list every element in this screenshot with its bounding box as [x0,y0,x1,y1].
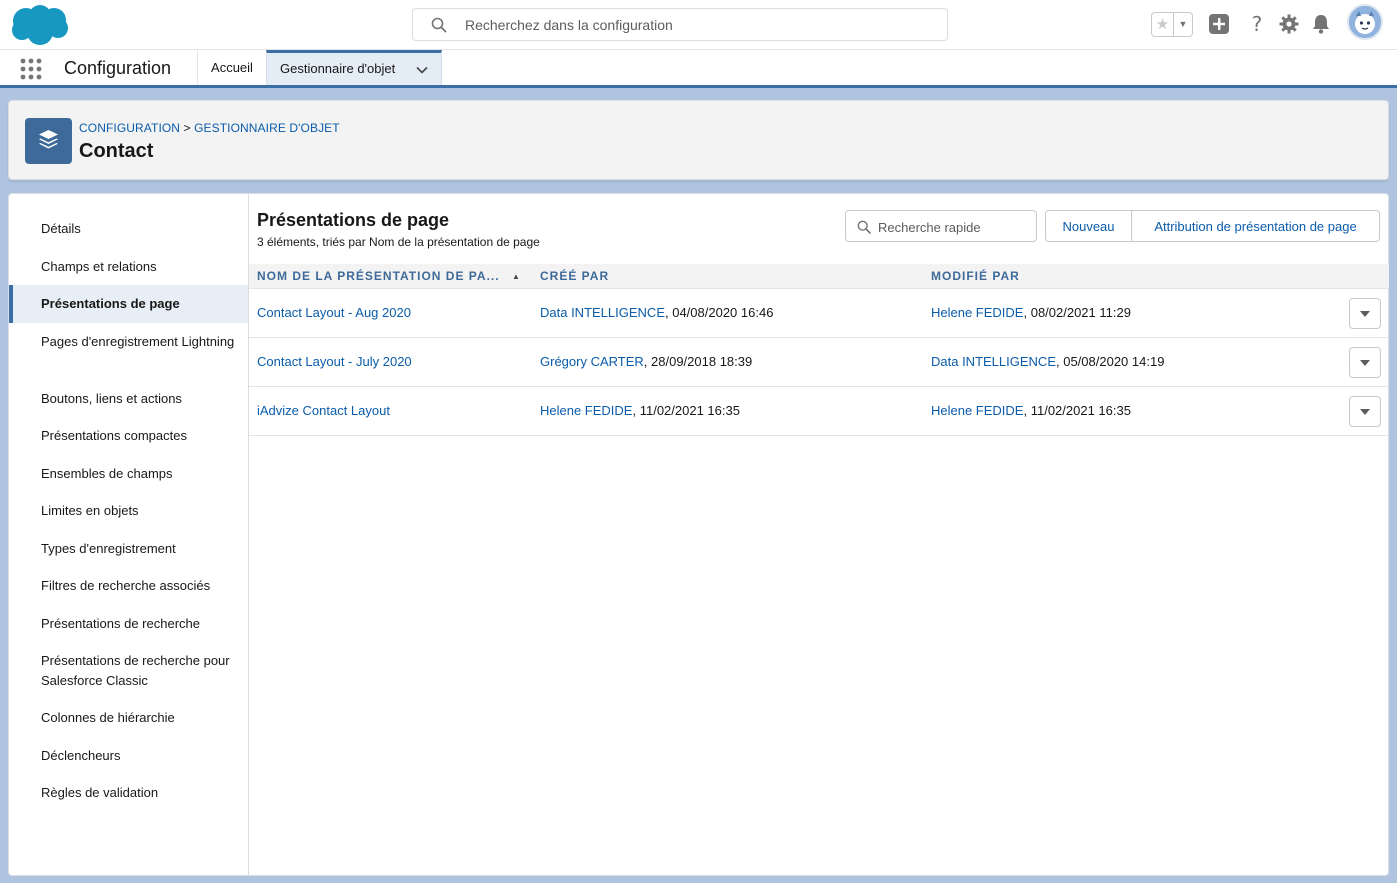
sidebar-item-compact-layouts[interactable]: Présentations compactes [9,426,248,446]
table-row: iAdvize Contact Layout Helene FEDIDE, 11… [249,387,1389,436]
bell-icon[interactable] [1310,13,1332,35]
page-title: Contact [79,140,154,162]
sidebar-item-validation-rules[interactable]: Règles de validation [9,783,248,803]
sort-ascending-icon[interactable]: ▲ [512,264,520,289]
chevron-down-icon[interactable] [415,63,429,77]
modified-by-link[interactable]: Helene FEDIDE [931,403,1023,418]
add-icon[interactable] [1208,13,1230,35]
modified-date: , 11/02/2021 16:35 [1023,403,1131,418]
sidebar-item-lightning-record-pages[interactable]: Pages d'enregistrement Lightning [9,332,239,352]
row-actions-button[interactable] [1349,347,1381,378]
breadcrumb-separator: > [183,121,191,135]
layout-name-link[interactable]: Contact Layout - Aug 2020 [257,305,411,320]
sidebar-item-search-layouts-classic[interactable]: Présentations de recherche pour Salesfor… [9,651,234,691]
layout-name-link[interactable]: Contact Layout - July 2020 [257,354,412,369]
modified-by-link[interactable]: Helene FEDIDE [931,305,1023,320]
row-actions-button[interactable] [1349,298,1381,329]
global-search-input[interactable] [465,15,935,35]
star-icon[interactable]: ★ [1152,13,1174,36]
salesforce-logo[interactable] [10,4,70,46]
astro-avatar-icon [1349,6,1381,38]
object-icon [25,118,72,164]
tab-accueil[interactable]: Accueil [198,50,266,85]
layout-name-link[interactable]: iAdvize Contact Layout [257,403,390,418]
column-header-modified-by[interactable]: MODIFIÉ PAR [931,264,1020,289]
sidebar-item-page-layouts[interactable]: Présentations de page [9,285,248,323]
tab-object-manager[interactable]: Gestionnaire d'objet [266,50,442,85]
page-layouts-panel: Présentations de page 3 éléments, triés … [249,194,1389,875]
page-layout-assignment-button[interactable]: Attribution de présentation de page [1132,210,1380,242]
chevron-down-icon[interactable]: ▼ [1174,13,1192,36]
created-by-link[interactable]: Helene FEDIDE [540,403,632,418]
gear-icon[interactable] [1278,13,1300,35]
user-avatar[interactable] [1347,4,1383,40]
tab-object-manager-label: Gestionnaire d'objet [280,61,396,76]
sidebar: Détails Champs et relations Présentation… [9,194,249,875]
breadcrumb: CONFIGURATION > GESTIONNAIRE D'OBJET [79,121,340,135]
app-name: Configuration [64,58,172,78]
quick-search[interactable] [845,210,1037,242]
sidebar-item-search-layouts[interactable]: Présentations de recherche [9,614,248,634]
sidebar-item-triggers[interactable]: Déclencheurs [9,746,248,766]
main-card: Détails Champs et relations Présentation… [8,193,1389,876]
help-icon[interactable]: ? [1246,13,1268,35]
search-icon [431,17,447,33]
quick-search-input[interactable] [878,217,1028,237]
chevron-down-icon [1360,311,1370,317]
global-header: ★ ▼ ? [0,0,1397,50]
chevron-down-icon [1360,360,1370,366]
section-title: Présentations de page [257,210,450,230]
table-row: Contact Layout - July 2020 Grégory CARTE… [249,338,1389,387]
sidebar-item-related-lookup-filters[interactable]: Filtres de recherche associés [9,576,248,596]
breadcrumb-object-manager[interactable]: GESTIONNAIRE D'OBJET [194,121,340,135]
section-subtitle: 3 éléments, triés par Nom de la présenta… [257,235,540,249]
modified-date: , 05/08/2020 14:19 [1056,354,1165,369]
column-header-created-by[interactable]: CRÉÉ PAR [540,264,609,289]
breadcrumb-configuration[interactable]: CONFIGURATION [79,121,180,135]
modified-date: , 08/02/2021 11:29 [1023,305,1131,320]
sidebar-item-buttons-links-actions[interactable]: Boutons, liens et actions [9,389,248,409]
context-bar: Configuration Accueil Gestionnaire d'obj… [0,50,1397,88]
modified-by-link[interactable]: Data INTELLIGENCE [931,354,1056,369]
created-date: , 11/02/2021 16:35 [632,403,740,418]
svg-text:?: ? [1252,13,1263,35]
layers-icon [39,130,58,149]
action-buttons: Nouveau Attribution de présentation de p… [1045,210,1380,242]
table-header: NOM DE LA PRÉSENTATION DE PA... ▲ CRÉÉ P… [249,264,1389,289]
sidebar-item-field-sets[interactable]: Ensembles de champs [9,464,248,484]
sidebar-item-hierarchy-columns[interactable]: Colonnes de hiérarchie [9,708,248,728]
sidebar-item-details[interactable]: Détails [9,219,248,239]
created-date: , 04/08/2020 16:46 [665,305,774,320]
sidebar-item-fields-relationships[interactable]: Champs et relations [9,257,248,277]
column-header-name[interactable]: NOM DE LA PRÉSENTATION DE PA... [257,264,500,289]
chevron-down-icon [1360,409,1370,415]
page-header: CONFIGURATION > GESTIONNAIRE D'OBJET Con… [8,100,1389,180]
sidebar-item-record-types[interactable]: Types d'enregistrement [9,539,248,559]
search-icon [857,220,871,234]
sidebar-item-object-limits[interactable]: Limites en objets [9,501,248,521]
created-date: , 28/09/2018 18:39 [643,354,753,369]
created-by-link[interactable]: Grégory CARTER [540,354,644,369]
table-row: Contact Layout - Aug 2020 Data INTELLIGE… [249,289,1389,338]
favorites-control[interactable]: ★ ▼ [1151,12,1193,37]
created-by-link[interactable]: Data INTELLIGENCE [540,305,665,320]
app-launcher-icon[interactable] [19,57,43,81]
global-search[interactable] [412,8,948,41]
row-actions-button[interactable] [1349,396,1381,427]
new-button[interactable]: Nouveau [1045,210,1132,242]
